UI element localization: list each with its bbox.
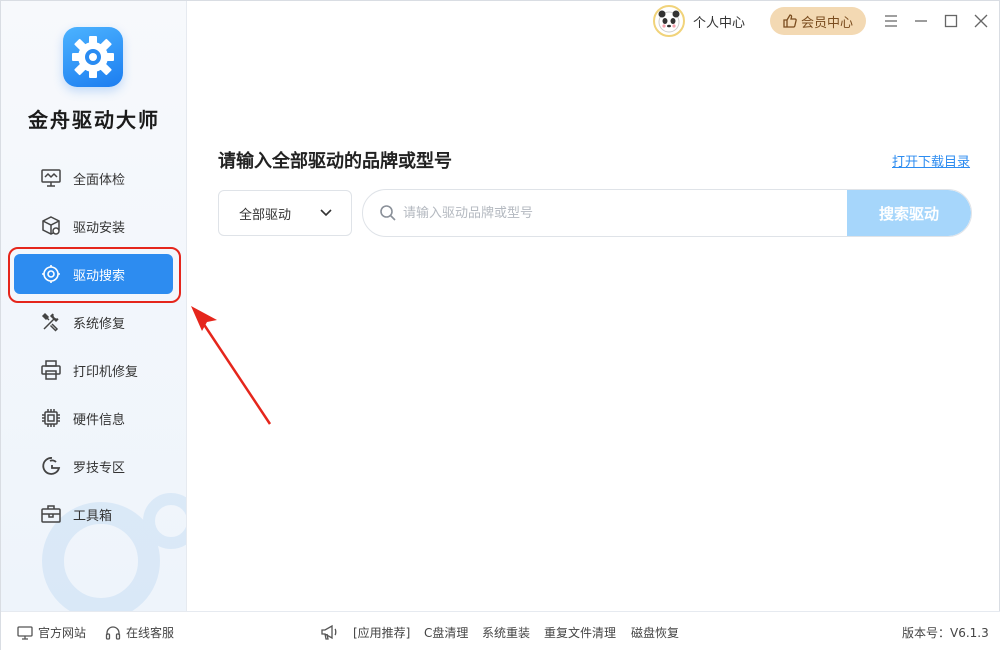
tools-icon [39, 310, 63, 334]
menu-icon[interactable] [881, 11, 901, 31]
online-support-link[interactable]: 在线客服 [105, 624, 174, 641]
status-bar: 官方网站 在线客服 [应用推荐] C盘清理 系统重装 重复文件清理 磁盘恢复 版… [1, 611, 1000, 650]
search-icon [380, 205, 396, 221]
close-icon[interactable] [971, 11, 991, 31]
sidebar-item-label: 打印机修复 [73, 364, 139, 380]
search-bar: 搜索驱动 [362, 189, 972, 237]
app-window: 金舟驱动大师 全面体检 驱动安装 驱动搜索 系统修复 打印机修复 硬件信息 罗技… [0, 0, 1000, 650]
thumbs-up-icon [783, 14, 797, 28]
sidebar-item-label: 工具箱 [73, 508, 113, 524]
sidebar-item-label: 系统修复 [73, 316, 126, 332]
app-logo [63, 27, 123, 87]
footer-link-c-drive-clean[interactable]: C盘清理 [424, 624, 468, 641]
headset-icon [105, 625, 121, 640]
driver-category-select[interactable]: 全部驱动 [218, 190, 352, 236]
sidebar-item-full-check[interactable]: 全面体检 [1, 154, 186, 202]
sidebar-item-label: 驱动搜索 [73, 268, 126, 284]
search-driver-button[interactable]: 搜索驱动 [847, 190, 971, 236]
toolbox-icon [39, 502, 63, 526]
vip-center-label: 会员中心 [800, 15, 853, 31]
sidebar-item-label: 驱动安装 [73, 220, 126, 236]
sidebar-nav: 全面体检 驱动安装 驱动搜索 系统修复 打印机修复 硬件信息 罗技专区 工具箱 [1, 154, 186, 538]
official-website-link[interactable]: 官方网站 [17, 624, 86, 641]
sidebar-item-logitech[interactable]: 罗技专区 [1, 442, 186, 490]
title-bar: 个人中心 会员中心 [187, 1, 999, 41]
sidebar-item-hardware-info[interactable]: 硬件信息 [1, 394, 186, 442]
monitor-icon [17, 625, 33, 640]
official-website-label: 官方网站 [38, 626, 87, 640]
minimize-icon[interactable] [911, 11, 931, 31]
app-title: 金舟驱动大师 [28, 108, 160, 132]
red-annotation-arrow [191, 306, 272, 425]
gear-logo-icon [72, 36, 114, 78]
search-input[interactable] [403, 190, 843, 236]
version-label: 版本号：V6.1.3 [902, 626, 989, 640]
printer-icon [39, 358, 63, 382]
avatar[interactable] [653, 5, 685, 37]
monitor-icon [39, 166, 63, 190]
app-recommend-label: [应用推荐] [353, 626, 411, 640]
maximize-icon[interactable] [941, 11, 961, 31]
user-center-link[interactable]: 个人中心 [693, 12, 745, 31]
chip-icon [39, 406, 63, 430]
select-value: 全部驱动 [239, 207, 292, 223]
sidebar-item-printer-repair[interactable]: 打印机修复 [1, 346, 186, 394]
footer-link-system-reinstall[interactable]: 系统重装 [482, 624, 530, 641]
sidebar-item-label: 罗技专区 [73, 460, 126, 476]
megaphone-icon [321, 624, 337, 640]
sidebar-item-label: 全面体检 [73, 172, 126, 188]
open-download-dir-link[interactable]: 打开下载目录 [892, 151, 970, 170]
footer-link-duplicate-file-clean[interactable]: 重复文件清理 [544, 624, 616, 641]
panda-avatar-icon [658, 10, 680, 33]
footer-link-disk-recovery[interactable]: 磁盘恢复 [631, 624, 679, 641]
sidebar: 金舟驱动大师 全面体检 驱动安装 驱动搜索 系统修复 打印机修复 硬件信息 罗技… [1, 1, 187, 611]
chevron-down-icon [320, 209, 332, 217]
vip-center-button[interactable]: 会员中心 [770, 7, 866, 35]
sidebar-item-label: 硬件信息 [73, 412, 126, 428]
sidebar-item-driver-install[interactable]: 驱动安装 [1, 202, 186, 250]
package-icon [39, 214, 63, 238]
gear-search-icon [39, 262, 63, 286]
logitech-icon [39, 454, 63, 478]
page-title: 请输入全部驱动的品牌或型号 [218, 151, 452, 172]
sidebar-item-toolbox[interactable]: 工具箱 [1, 490, 186, 538]
online-support-label: 在线客服 [126, 626, 175, 640]
sidebar-item-system-repair[interactable]: 系统修复 [1, 298, 186, 346]
